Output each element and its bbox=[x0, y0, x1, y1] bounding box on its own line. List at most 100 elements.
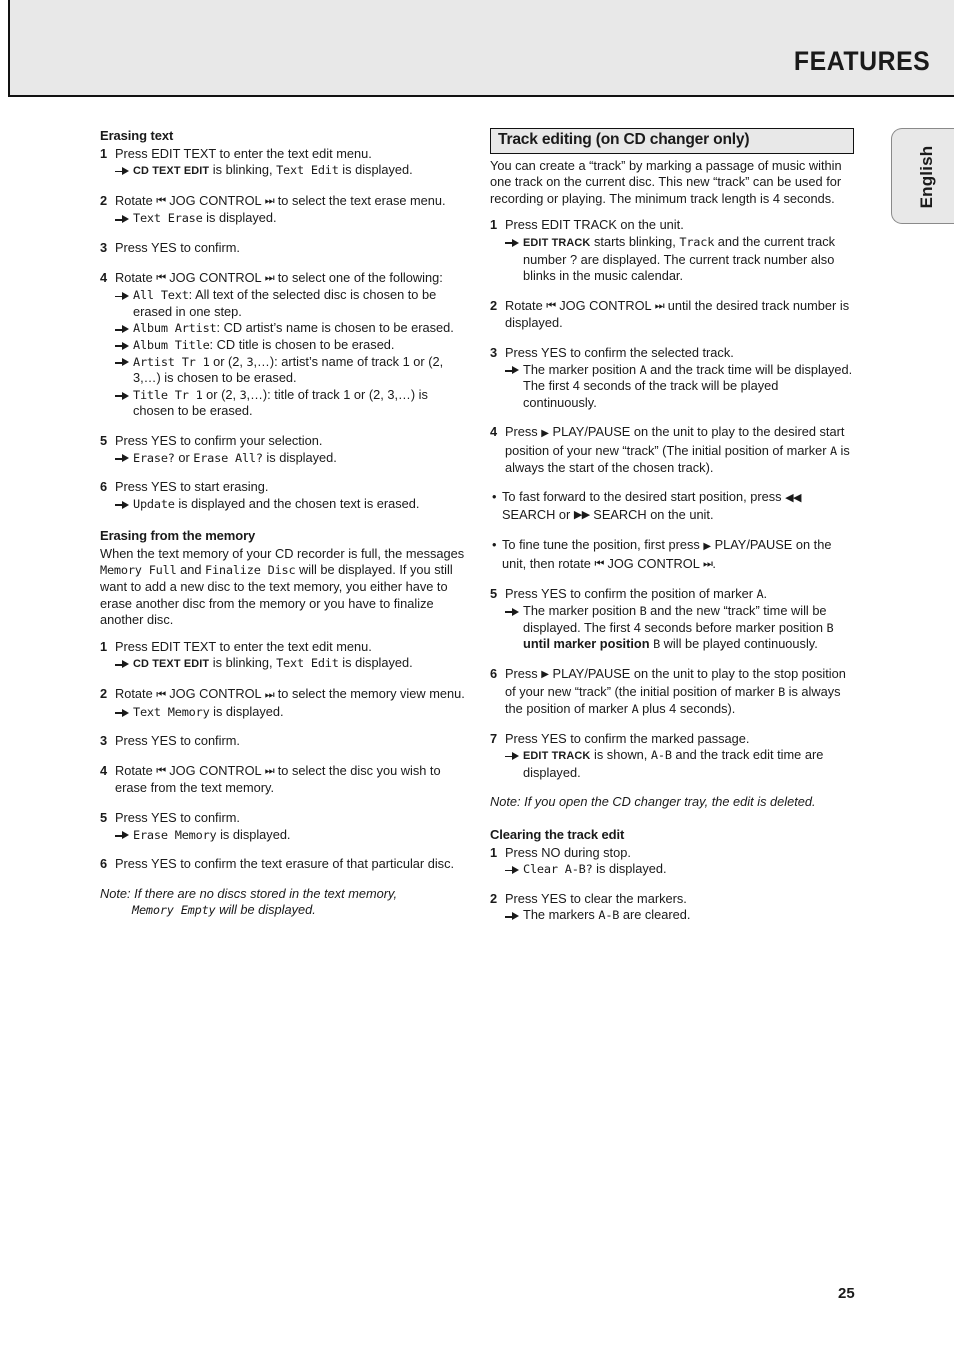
bullet-text-pre: To fast forward to the desired start pos… bbox=[502, 489, 786, 505]
step-text: Press EDIT TEXT to enter the text edit m… bbox=[115, 638, 372, 654]
step-item: 6 Press YES to start erasing. Update is … bbox=[100, 479, 472, 512]
result-text-pre: The markers bbox=[523, 907, 599, 923]
lcd-marker-b-2: B bbox=[826, 620, 834, 635]
lcd-marker-ab: A-B bbox=[650, 748, 672, 763]
lcd-display-text: Text Memory bbox=[133, 704, 210, 719]
step-number: 6 bbox=[100, 479, 108, 495]
step-number: 4 bbox=[490, 424, 498, 440]
step-number: 7 bbox=[490, 730, 498, 746]
play-pause-icon: ▶ bbox=[703, 540, 712, 552]
step-text-post: to select the text erase menu. bbox=[274, 192, 446, 208]
step-text-pre: Rotate bbox=[115, 192, 157, 208]
option-item: All Text: All text of the selected disc … bbox=[115, 287, 472, 320]
lcd-display-text: Title Tr 1 bbox=[133, 387, 203, 402]
arrow-icon bbox=[505, 366, 521, 375]
step-text: Press YES to confirm. bbox=[115, 810, 240, 825]
lcd-display-text: Update bbox=[133, 496, 175, 511]
step-item: 1 Press EDIT TEXT to enter the text edit… bbox=[100, 146, 472, 180]
step-result-line: Clear A-B? is displayed. bbox=[505, 861, 854, 878]
display-indicator-label: EDIT TRACK bbox=[523, 750, 591, 763]
jog-right-icon: ⏭ bbox=[264, 764, 275, 778]
arrow-icon bbox=[505, 866, 521, 875]
bullet-item: • To fast forward to the desired start p… bbox=[490, 489, 854, 524]
step-number: 4 bbox=[100, 762, 108, 778]
lcd-marker-ab: A-B bbox=[598, 908, 620, 923]
step-text-mid: JOG CONTROL bbox=[165, 269, 265, 285]
lcd-display-text: Erase? bbox=[133, 450, 175, 465]
step-text-post: PLAY/PAUSE on the unit to play to the de… bbox=[505, 424, 845, 458]
step-result-line: Text Memory is displayed. bbox=[115, 704, 472, 721]
step-item: 7 Press YES to confirm the marked passag… bbox=[490, 731, 854, 782]
play-pause-icon: ▶ bbox=[541, 669, 549, 681]
lcd-display-text-2: Erase All? bbox=[193, 450, 263, 465]
lcd-marker-a: A bbox=[631, 702, 639, 717]
step-text: Press YES to confirm the marked passage. bbox=[505, 730, 750, 746]
intro-text-a: When the text memory of your CD recorder… bbox=[100, 545, 465, 561]
bullet-text-post: SEARCH on the unit. bbox=[589, 506, 714, 522]
result-text-tail: is displayed. bbox=[338, 162, 413, 178]
result-text-tail: is displayed and the chosen text is eras… bbox=[174, 495, 420, 511]
step-text: Press EDIT TEXT to enter the text edit m… bbox=[115, 145, 372, 161]
display-indicator-label: CD TEXT EDIT bbox=[133, 658, 210, 671]
intro-text-b: and bbox=[176, 562, 206, 578]
step-item: 2 Rotate ⏮ JOG CONTROL ⏭ to select the m… bbox=[100, 686, 472, 720]
step-number: 2 bbox=[490, 297, 498, 313]
arrow-icon bbox=[115, 358, 131, 367]
step-text: Press YES to clear the markers. bbox=[505, 890, 687, 906]
step-result-line: The marker position A and the track time… bbox=[505, 362, 854, 412]
section-intro-paragraph: When the text memory of your CD recorder… bbox=[100, 546, 472, 629]
step-text-pre: Press YES to confirm the position of mar… bbox=[505, 586, 757, 602]
result-text-pre: The marker position bbox=[523, 603, 640, 619]
step-text-pre: Rotate bbox=[115, 686, 157, 702]
step-result-line: The markers A-B are cleared. bbox=[505, 907, 854, 924]
step-number: 1 bbox=[490, 217, 498, 233]
search-back-icon: ◀◀ bbox=[785, 490, 802, 504]
jog-left-icon: ⏮ bbox=[156, 271, 166, 285]
step-item: 2 Rotate ⏮ JOG CONTROL ⏭ until the desir… bbox=[490, 298, 854, 332]
step-text-pre: Press bbox=[505, 424, 542, 440]
arrow-icon bbox=[115, 831, 131, 840]
step-number: 4 bbox=[100, 269, 108, 285]
arrow-icon bbox=[505, 912, 521, 921]
step-number: 3 bbox=[100, 239, 108, 255]
arrow-icon bbox=[505, 752, 521, 761]
lcd-display-text-2: 3 bbox=[246, 354, 254, 369]
step-item: 3 Press YES to confirm. bbox=[100, 240, 472, 257]
lcd-display-text: Text Edit bbox=[276, 163, 339, 178]
step-result-line: EDIT TRACK starts blinking, Track and th… bbox=[505, 234, 854, 285]
jog-right-icon: ⏭ bbox=[654, 299, 665, 313]
bullet-item: • To fine tune the position, first press… bbox=[490, 537, 854, 573]
section-heading-clearing-track-edit: Clearing the track edit bbox=[490, 827, 625, 842]
step-number: 3 bbox=[100, 733, 108, 749]
arrow-icon bbox=[115, 341, 131, 350]
arrow-icon bbox=[115, 215, 131, 224]
note-text-tray: Note: If you open the CD changer tray, t… bbox=[490, 794, 816, 810]
lcd-display-text: All Text bbox=[133, 288, 189, 303]
step-item: 4 Rotate ⏮ JOG CONTROL ⏭ to select the d… bbox=[100, 763, 472, 797]
lcd-display-text: Clear A-B? bbox=[523, 862, 593, 877]
step-item: 3 Press YES to confirm the selected trac… bbox=[490, 345, 854, 411]
step-result-line: Update is displayed and the chosen text … bbox=[115, 496, 472, 513]
step-item: 6 Press ▶ PLAY/PAUSE on the unit to play… bbox=[490, 666, 854, 718]
step-text: Press YES to confirm the text erasure of… bbox=[115, 856, 455, 872]
result-text-tail: will be played continuously. bbox=[660, 636, 818, 652]
step-text-post: . bbox=[763, 586, 768, 602]
step-number: 5 bbox=[100, 810, 108, 825]
step-result-line: CD TEXT EDIT is blinking, Text Edit is d… bbox=[115, 162, 472, 180]
jog-left-icon: ⏮ bbox=[156, 194, 166, 208]
step-text: Press NO during stop. bbox=[505, 844, 631, 860]
step-number: 2 bbox=[100, 192, 108, 208]
jog-left-icon: ⏮ bbox=[546, 299, 556, 313]
bullet-text-pre: To fine tune the position, first press bbox=[502, 537, 704, 553]
lcd-display-text: Text Erase bbox=[133, 211, 203, 226]
option-text: : CD artist’s name is chosen to be erase… bbox=[216, 320, 454, 336]
step-result-line: Text Erase is displayed. bbox=[115, 210, 472, 227]
display-indicator-label: EDIT TRACK bbox=[523, 236, 591, 249]
step-number: 6 bbox=[490, 665, 498, 681]
step-number: 1 bbox=[100, 638, 108, 654]
step-number: 1 bbox=[100, 145, 108, 161]
result-text: is shown, bbox=[590, 747, 651, 763]
arrow-icon bbox=[505, 607, 521, 616]
arrow-icon bbox=[115, 708, 131, 717]
step-item: 1 Press EDIT TEXT to enter the text edit… bbox=[100, 639, 472, 673]
